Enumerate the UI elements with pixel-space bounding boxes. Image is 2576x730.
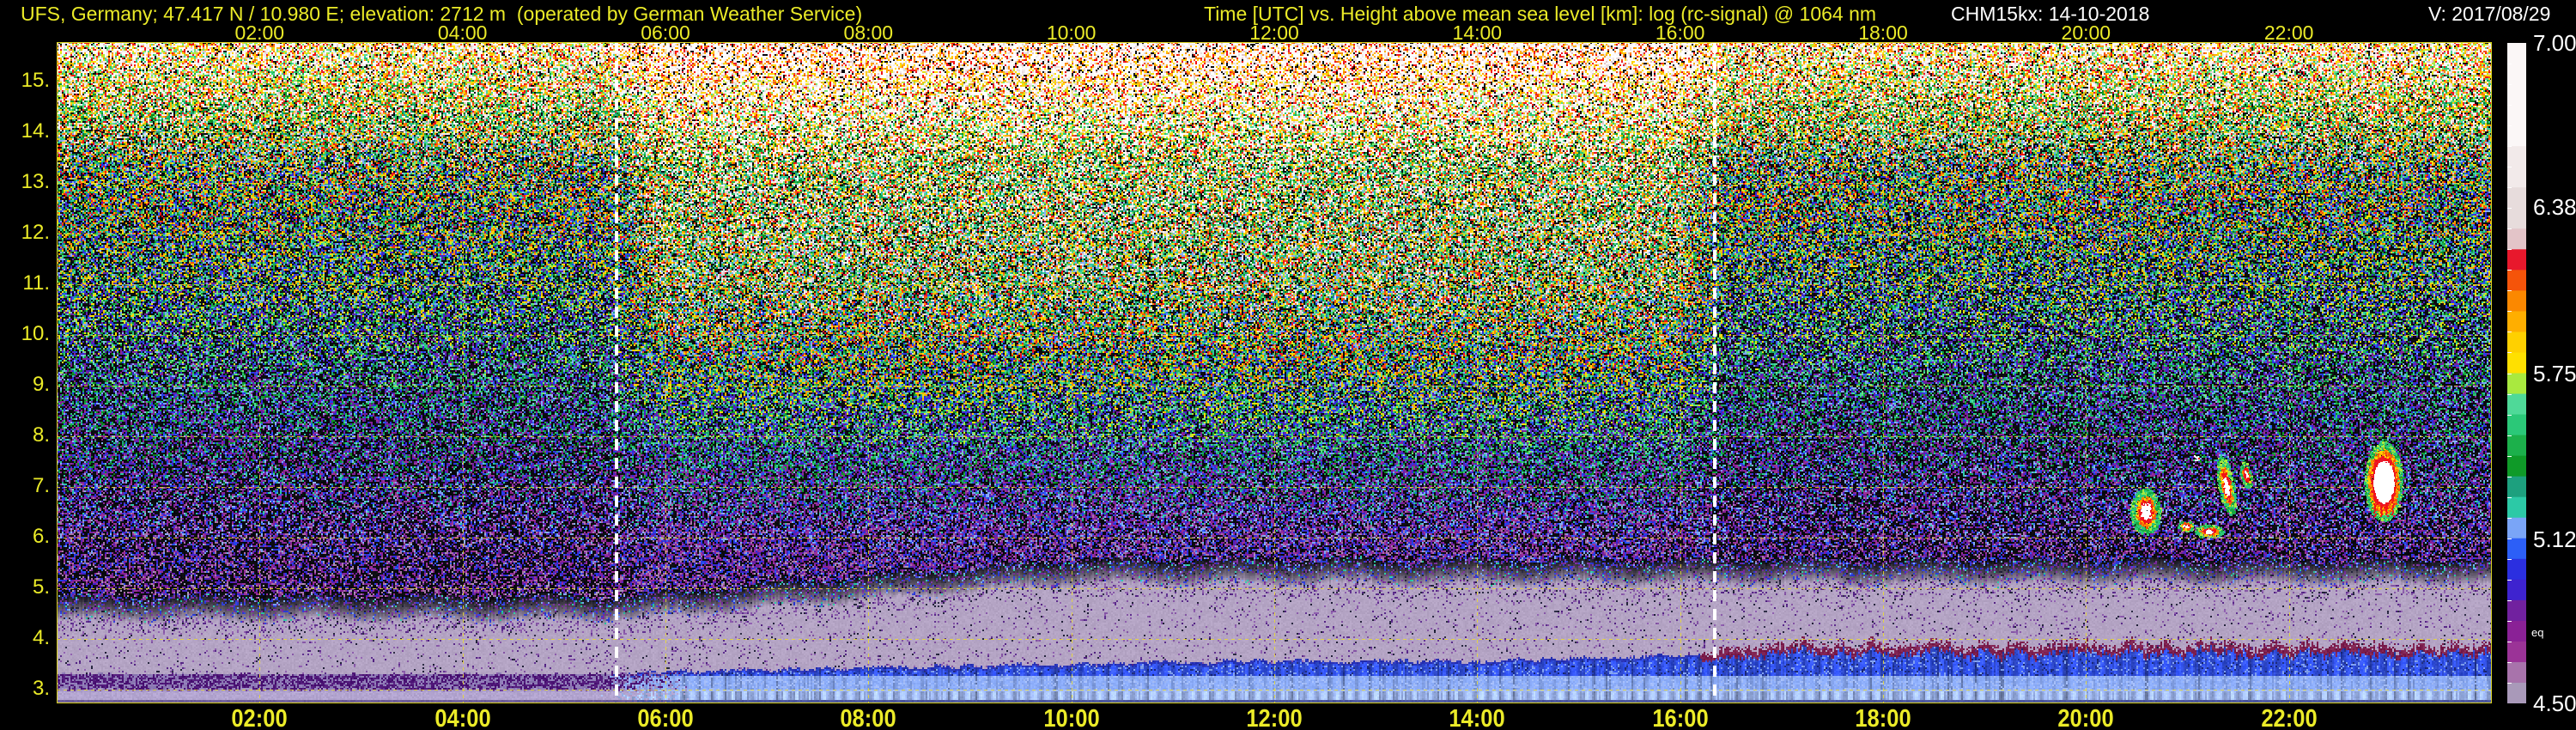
x-tick-bottom-6: 06:00 (637, 705, 694, 730)
x-tick-top-14: 14:00 (1452, 21, 1503, 44)
x-tick-top-18: 18:00 (1858, 21, 1908, 44)
x-tick-bottom-12: 12:00 (1246, 705, 1303, 730)
instrument-date-label: CHM15kx: 14-10-2018 (1951, 3, 2150, 25)
colorbar-tick-6.38: 6.38 (2533, 193, 2576, 220)
colorbar-tick-7: 7.00 (2533, 30, 2576, 56)
x-tick-bottom-10: 10:00 (1043, 705, 1100, 730)
backscatter-heatmap-canvas (57, 42, 2492, 703)
y-tick-8km: 8. (32, 423, 50, 447)
y-tick-5km: 5. (32, 575, 50, 599)
y-tick-7km: 7. (32, 474, 50, 497)
x-tick-bottom-2: 02:00 (231, 705, 288, 730)
x-tick-top-16: 16:00 (1655, 21, 1705, 44)
x-tick-bottom-22: 22:00 (2261, 705, 2318, 730)
y-tick-6km: 6. (32, 525, 50, 548)
y-tick-15km: 15. (21, 69, 50, 92)
version-label: V: 2017/08/29 (2428, 3, 2551, 25)
colorbar-tick-4.5: 4.50 (2533, 690, 2576, 716)
x-tick-top-20: 20:00 (2061, 21, 2111, 44)
plot-title: Time [UTC] vs. Height above mean sea lev… (1204, 3, 1877, 25)
x-tick-bottom-14: 14:00 (1449, 705, 1505, 730)
y-tick-10km: 10. (21, 322, 50, 345)
x-tick-bottom-4: 04:00 (434, 705, 491, 730)
colorbar-canvas (2507, 43, 2526, 703)
y-tick-12km: 12. (21, 221, 50, 244)
colorbar-eq-label: eq (2531, 626, 2544, 639)
x-tick-top-22: 22:00 (2263, 21, 2314, 44)
x-tick-bottom-20: 20:00 (2057, 705, 2114, 730)
ceilometer-quicklook: UFS, Germany; 47.417 N / 10.980 E; eleva… (0, 0, 2576, 730)
colorbar-tick-5.12: 5.12 (2533, 526, 2576, 553)
x-tick-bottom-18: 18:00 (1855, 705, 1911, 730)
x-tick-top-4: 04:00 (437, 21, 488, 44)
y-tick-9km: 9. (32, 373, 50, 396)
x-tick-top-2: 02:00 (234, 21, 285, 44)
x-tick-top-12: 12:00 (1249, 21, 1299, 44)
y-tick-14km: 14. (21, 119, 50, 143)
colorbar-tick-5.75: 5.75 (2533, 360, 2576, 386)
x-tick-bottom-16: 16:00 (1652, 705, 1709, 730)
x-tick-top-10: 10:00 (1046, 21, 1097, 44)
x-tick-bottom-8: 08:00 (840, 705, 896, 730)
x-tick-top-6: 06:00 (641, 21, 690, 44)
y-tick-13km: 13. (21, 170, 50, 193)
y-tick-11km: 11. (22, 271, 50, 295)
x-tick-top-8: 08:00 (843, 21, 894, 44)
y-tick-4km: 4. (32, 626, 50, 649)
y-tick-3km: 3. (32, 677, 50, 700)
